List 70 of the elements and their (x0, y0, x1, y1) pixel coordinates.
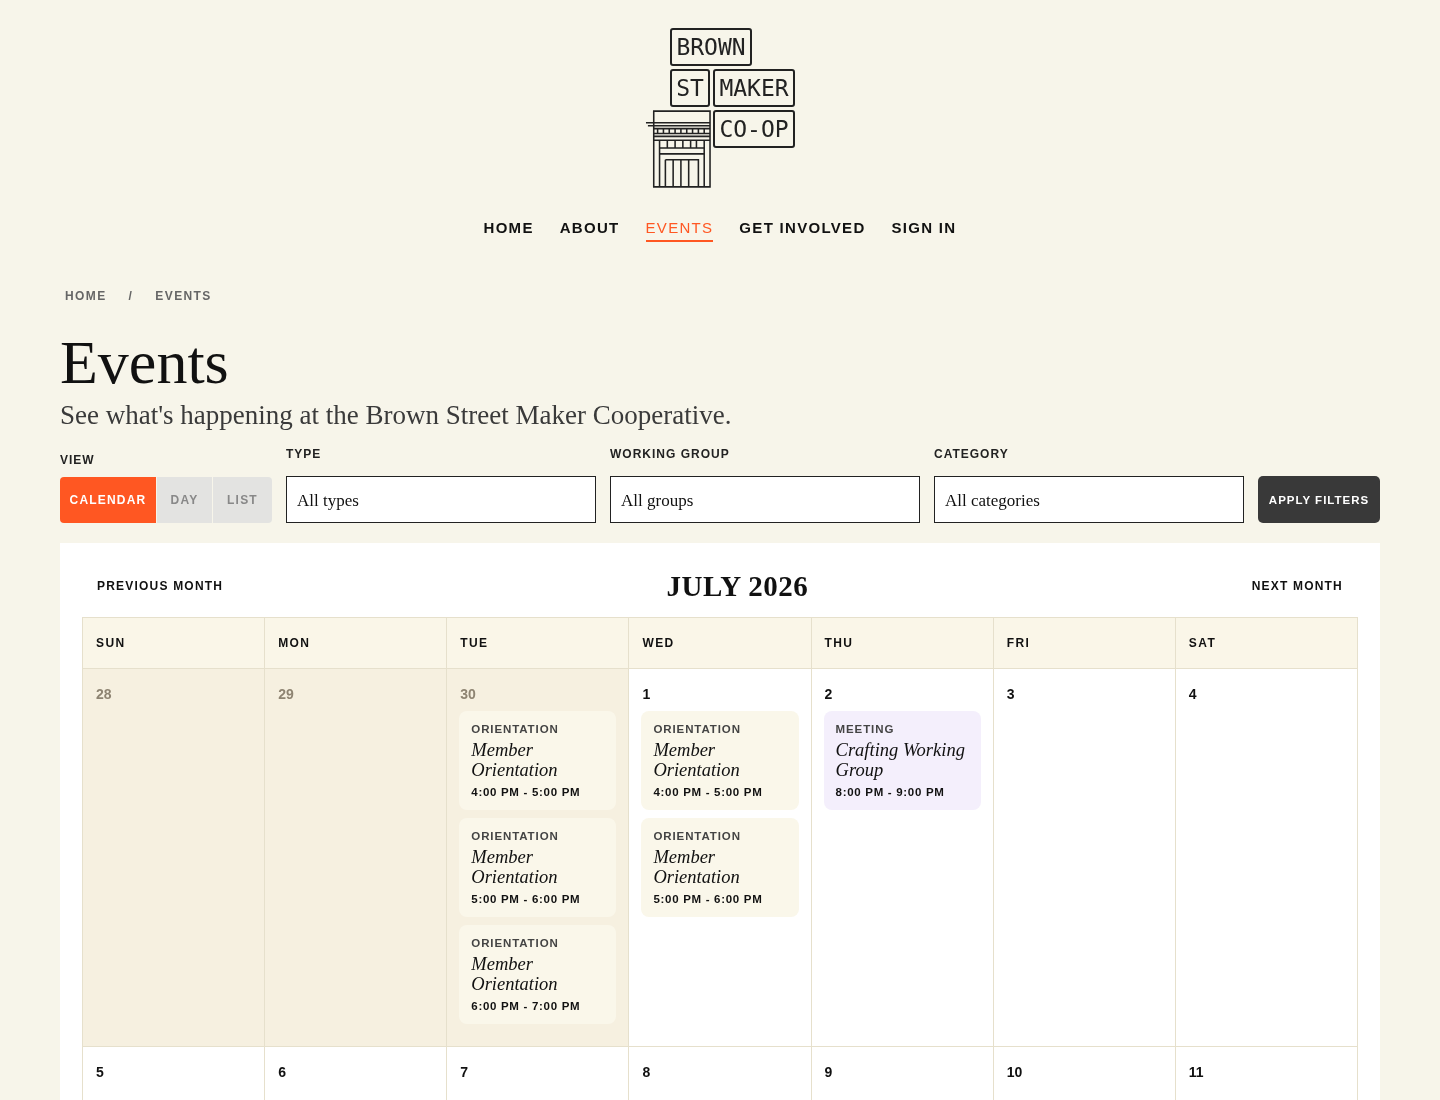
event-time: 5:00 PM - 6:00 PM (653, 892, 763, 906)
filter-label: WORKING GROUP (610, 446, 731, 462)
event-title: Member Orientation (471, 740, 559, 780)
day-number: 1 (641, 685, 651, 703)
event-title: Member Orientation (653, 847, 741, 887)
select-field[interactable]: All groups (610, 476, 920, 523)
weekday-label: THU (824, 636, 854, 650)
day-number: 30 (459, 685, 476, 703)
day-number: 10 (1005, 1063, 1023, 1081)
previous-month-link[interactable]: PREVIOUS MONTH (97, 579, 224, 593)
filter-label: CATEGORY (934, 446, 1010, 462)
day-number: 8 (641, 1063, 651, 1081)
day-number: 3 (1005, 685, 1015, 703)
event-card[interactable]: ORIENTATION Member Orientation 4:00 PM - 5:00 PM (459, 711, 617, 810)
nav-link[interactable]: ABOUT (559, 218, 620, 242)
weekday-label: TUE (460, 636, 489, 650)
page-subtitle: See what's happening at the Brown Street Maker Cooperative. (60, 399, 733, 432)
weekday-label: SUN (96, 636, 126, 650)
select-field[interactable]: All types (286, 476, 596, 523)
logo-word: ST (670, 69, 710, 107)
breadcrumb-separator: / (128, 288, 134, 304)
nav-link[interactable]: HOME (483, 218, 534, 242)
weekday-label: MON (278, 636, 311, 650)
event-category: MEETING (835, 722, 895, 736)
event-time: 8:00 PM - 9:00 PM (835, 785, 945, 799)
day-number: 11 (1187, 1063, 1204, 1081)
day-number: 7 (459, 1063, 469, 1081)
logo-word: CO-OP (713, 110, 795, 148)
event-time: 5:00 PM - 6:00 PM (471, 892, 581, 906)
event-category: ORIENTATION (653, 722, 741, 736)
event-title: Crafting Working Group (835, 740, 966, 780)
event-title: Member Orientation (471, 847, 559, 887)
event-category: ORIENTATION (471, 722, 559, 736)
event-time: 4:00 PM - 5:00 PM (471, 785, 581, 799)
day-number: 4 (1187, 685, 1197, 703)
event-card[interactable]: ORIENTATION Member Orientation 4:00 PM - 5:00 PM (641, 711, 799, 810)
breadcrumb-current: EVENTS (155, 288, 212, 304)
filter-label: VIEW (60, 452, 96, 468)
next-month-link[interactable]: NEXT MONTH (1251, 579, 1343, 593)
event-title: Member Orientation (471, 954, 559, 994)
event-card[interactable]: ORIENTATION Member Orientation 5:00 PM - 6:00 PM (459, 818, 617, 917)
day-number: 6 (277, 1063, 286, 1081)
day-number: 9 (823, 1063, 833, 1081)
event-card[interactable]: ORIENTATION Member Orientation 6:00 PM - 7:00 PM (459, 925, 617, 1024)
event-card[interactable]: MEETING Crafting Working Group 8:00 PM - 9:00 PM (823, 711, 981, 810)
event-category: ORIENTATION (471, 829, 559, 843)
event-time: 4:00 PM - 5:00 PM (653, 785, 763, 799)
day-number: 29 (277, 685, 294, 703)
day-number: 28 (95, 685, 112, 703)
building-icon (645, 110, 711, 188)
nav-link[interactable]: GET INVOLVED (739, 218, 866, 242)
day-number: 5 (95, 1063, 104, 1081)
weekday-label: WED (642, 636, 675, 650)
apply-filters-button[interactable]: APPLY FILTERS (1258, 476, 1380, 523)
event-category: ORIENTATION (471, 936, 559, 950)
logo-word: BROWN (670, 28, 752, 66)
page-title: Events (60, 330, 230, 394)
event-time: 6:00 PM - 7:00 PM (471, 999, 581, 1013)
logo-word: MAKER (713, 69, 795, 107)
weekday-label: SAT (1188, 636, 1217, 650)
event-card[interactable]: ORIENTATION Member Orientation 5:00 PM - 6:00 PM (641, 818, 799, 917)
event-title: Member Orientation (653, 740, 741, 780)
event-category: ORIENTATION (653, 829, 741, 843)
breadcrumb-link[interactable]: HOME (65, 288, 107, 304)
nav-link[interactable]: SIGN IN (891, 218, 957, 242)
filter-label: TYPE (286, 446, 323, 462)
weekday-label: FRI (1006, 636, 1031, 650)
day-number: 2 (823, 685, 833, 703)
select-field[interactable]: All categories (934, 476, 1244, 523)
month-title: JULY 2026 (666, 569, 809, 603)
